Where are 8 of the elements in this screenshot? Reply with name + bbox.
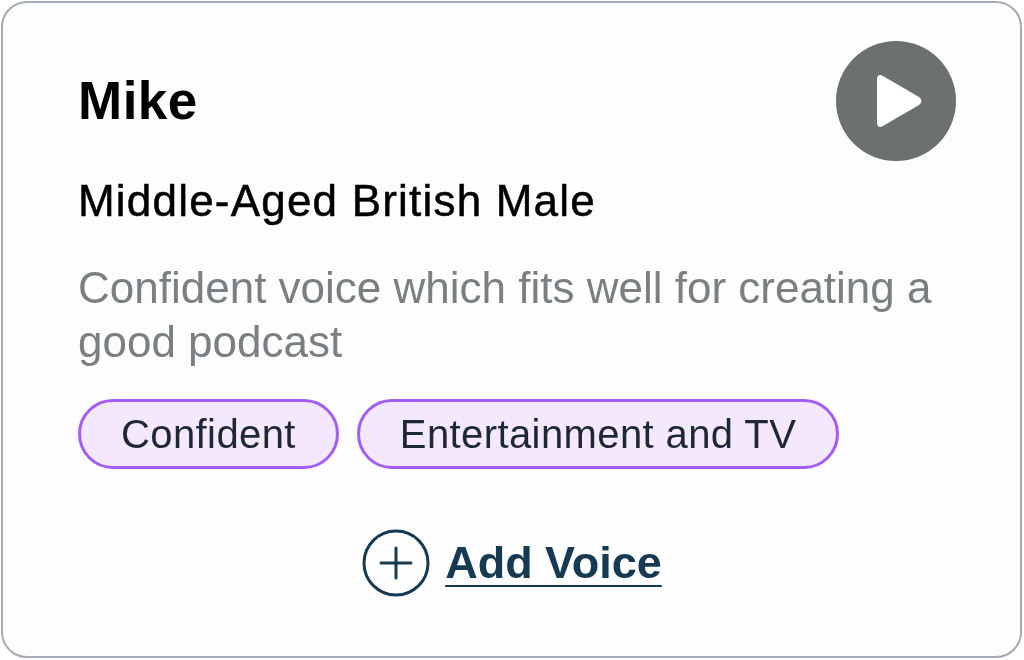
voice-description: Confident voice which fits well for creating a good podcast (78, 262, 933, 368)
add-voice-link[interactable]: Add Voice (445, 537, 662, 589)
plus-circle-icon[interactable] (362, 529, 431, 597)
play-icon (877, 74, 923, 128)
voice-name: Mike (78, 70, 198, 133)
tag: Entertainment and TV (356, 399, 840, 469)
tag: Confident (78, 399, 339, 469)
voice-subtitle: Middle-Aged British Male (78, 175, 597, 227)
